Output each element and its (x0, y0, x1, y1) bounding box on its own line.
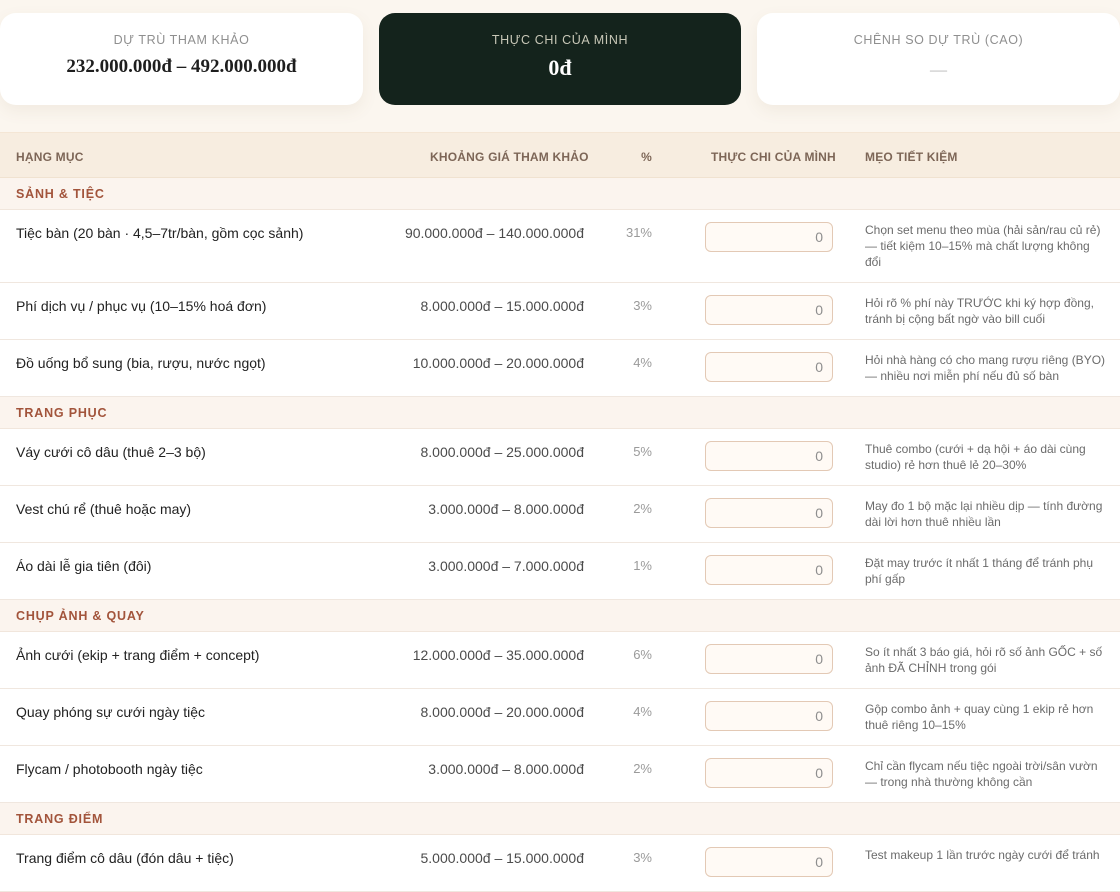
price-range: 12.000.000đ – 35.000.000đ (412, 647, 584, 663)
item-name: Đồ uống bổ sung (bia, rượu, nước ngọt) (16, 355, 266, 371)
table-row: Áo dài lễ gia tiên (đôi) 3.000.000đ – 7.… (0, 543, 1120, 600)
saving-tip: So ít nhất 3 báo giá, hỏi rõ số ảnh GỐC … (865, 645, 1103, 675)
saving-tip: Hỏi rõ % phí này TRƯỚC khi ký hợp đồng, … (865, 296, 1094, 326)
percent-value: 6% (633, 647, 652, 662)
difference-label: CHÊNH SO DỰ TRÙ (CAO) (853, 33, 1024, 47)
item-name: Váy cưới cô dâu (thuê 2–3 bộ) (16, 444, 206, 460)
percent-value: 3% (633, 298, 652, 313)
difference-value: — (930, 60, 947, 79)
item-name: Ảnh cưới (ekip + trang điểm + concept) (16, 647, 260, 663)
section-header: SẢNH & TIỆC (0, 178, 1120, 210)
item-name: Vest chú rể (thuê hoặc may) (16, 501, 192, 517)
table-row: Đồ uống bổ sung (bia, rượu, nước ngọt) 1… (0, 340, 1120, 397)
actual-spend-input[interactable] (705, 701, 833, 731)
section-header: TRANG PHỤC (0, 397, 1120, 429)
section-title: TRANG ĐIỂM (16, 812, 104, 826)
budget-table: HẠNG MỤC KHOẢNG GIÁ THAM KHẢO % THỰC CHI… (0, 132, 1120, 892)
actual-spend-value: 0đ (548, 55, 572, 80)
saving-tip: May đo 1 bộ mặc lại nhiều dịp — tính đườ… (865, 499, 1103, 529)
table-header: HẠNG MỤC KHOẢNG GIÁ THAM KHẢO % THỰC CHI… (0, 132, 1120, 178)
actual-spend-card: THỰC CHI CỦA MÌNH 0đ (379, 13, 741, 105)
actual-spend-input[interactable] (705, 644, 833, 674)
actual-spend-input[interactable] (705, 295, 833, 325)
item-name: Phí dịch vụ / phục vụ (10–15% hoá đơn) (16, 298, 267, 314)
section-title: TRANG PHỤC (16, 406, 108, 420)
actual-spend-input[interactable] (705, 222, 833, 252)
price-range: 3.000.000đ – 7.000.000đ (428, 558, 584, 574)
saving-tip: Đặt may trước ít nhất 1 tháng để tránh p… (865, 556, 1094, 586)
section-title: SẢNH & TIỆC (16, 187, 105, 201)
price-range: 3.000.000đ – 8.000.000đ (428, 501, 584, 517)
column-header-category: HẠNG MỤC (16, 150, 84, 164)
section-header: CHỤP ẢNH & QUAY (0, 600, 1120, 632)
reference-estimate-value: 232.000.000đ – 492.000.000đ (66, 56, 297, 77)
saving-tip: Test makeup 1 lần trước ngày cưới để trá… (865, 848, 1100, 862)
price-range: 3.000.000đ – 8.000.000đ (428, 761, 584, 777)
item-name: Tiệc bàn (20 bàn · 4,5–7tr/bàn, gồm cọc … (16, 225, 304, 241)
percent-value: 4% (633, 704, 652, 719)
percent-value: 5% (633, 444, 652, 459)
price-range: 8.000.000đ – 25.000.000đ (420, 444, 585, 460)
percent-value: 31% (625, 225, 652, 240)
actual-spend-label: THỰC CHI CỦA MÌNH (491, 33, 629, 47)
column-header-percent: % (641, 150, 652, 164)
actual-spend-input[interactable] (705, 352, 833, 382)
table-row: Vest chú rể (thuê hoặc may) 3.000.000đ –… (0, 486, 1120, 543)
price-range: 8.000.000đ – 20.000.000đ (420, 704, 585, 720)
saving-tip: Thuê combo (cưới + dạ hội + áo dài cùng … (865, 442, 1086, 472)
saving-tip: Chỉ cần flycam nếu tiệc ngoài trời/sân v… (865, 759, 1098, 789)
percent-value: 3% (633, 850, 652, 865)
percent-value: 4% (633, 355, 652, 370)
actual-spend-input[interactable] (705, 847, 833, 877)
table-row: Váy cưới cô dâu (thuê 2–3 bộ) 8.000.000đ… (0, 429, 1120, 486)
actual-spend-input[interactable] (705, 498, 833, 528)
table-row: Tiệc bàn (20 bàn · 4,5–7tr/bàn, gồm cọc … (0, 210, 1120, 283)
section-title: CHỤP ẢNH & QUAY (16, 609, 145, 623)
saving-tip: Chọn set menu theo mùa (hải sản/rau củ r… (865, 223, 1101, 269)
actual-spend-input[interactable] (705, 555, 833, 585)
difference-card: CHÊNH SO DỰ TRÙ (CAO) — (757, 13, 1120, 105)
column-header-actual: THỰC CHI CỦA MÌNH (711, 150, 836, 164)
table-row: Ảnh cưới (ekip + trang điểm + concept) 1… (0, 632, 1120, 689)
percent-value: 2% (633, 501, 652, 516)
item-name: Áo dài lễ gia tiên (đôi) (16, 558, 152, 574)
price-range: 8.000.000đ – 15.000.000đ (420, 298, 585, 314)
table-row: Trang điểm cô dâu (đón dâu + tiệc) 5.000… (0, 835, 1120, 892)
item-name: Quay phóng sự cưới ngày tiệc (16, 704, 206, 720)
summary-bar: DỰ TRÙ THAM KHẢO 232.000.000đ – 492.000.… (0, 0, 1120, 132)
price-range: 5.000.000đ – 15.000.000đ (420, 850, 585, 866)
saving-tip: Hỏi nhà hàng có cho mang rượu riêng (BYO… (865, 353, 1106, 383)
table-row: Phí dịch vụ / phục vụ (10–15% hoá đơn) 8… (0, 283, 1120, 340)
item-name: Trang điểm cô dâu (đón dâu + tiệc) (16, 850, 234, 866)
percent-value: 2% (633, 761, 652, 776)
actual-spend-input[interactable] (705, 758, 833, 788)
column-header-tip: MẸO TIẾT KIỆM (865, 150, 958, 164)
price-range: 90.000.000đ – 140.000.000đ (404, 225, 584, 241)
reference-estimate-card: DỰ TRÙ THAM KHẢO 232.000.000đ – 492.000.… (0, 13, 363, 105)
table-row: Quay phóng sự cưới ngày tiệc 8.000.000đ … (0, 689, 1120, 746)
table-row: Flycam / photobooth ngày tiệc 3.000.000đ… (0, 746, 1120, 803)
saving-tip: Gộp combo ảnh + quay cùng 1 ekip rẻ hơn … (865, 702, 1094, 732)
actual-spend-input[interactable] (705, 441, 833, 471)
section-header: TRANG ĐIỂM (0, 803, 1120, 835)
column-header-range: KHOẢNG GIÁ THAM KHẢO (430, 150, 589, 164)
item-name: Flycam / photobooth ngày tiệc (16, 761, 203, 777)
reference-estimate-label: DỰ TRÙ THAM KHẢO (113, 33, 250, 47)
percent-value: 1% (633, 558, 652, 573)
price-range: 10.000.000đ – 20.000.000đ (412, 355, 584, 371)
